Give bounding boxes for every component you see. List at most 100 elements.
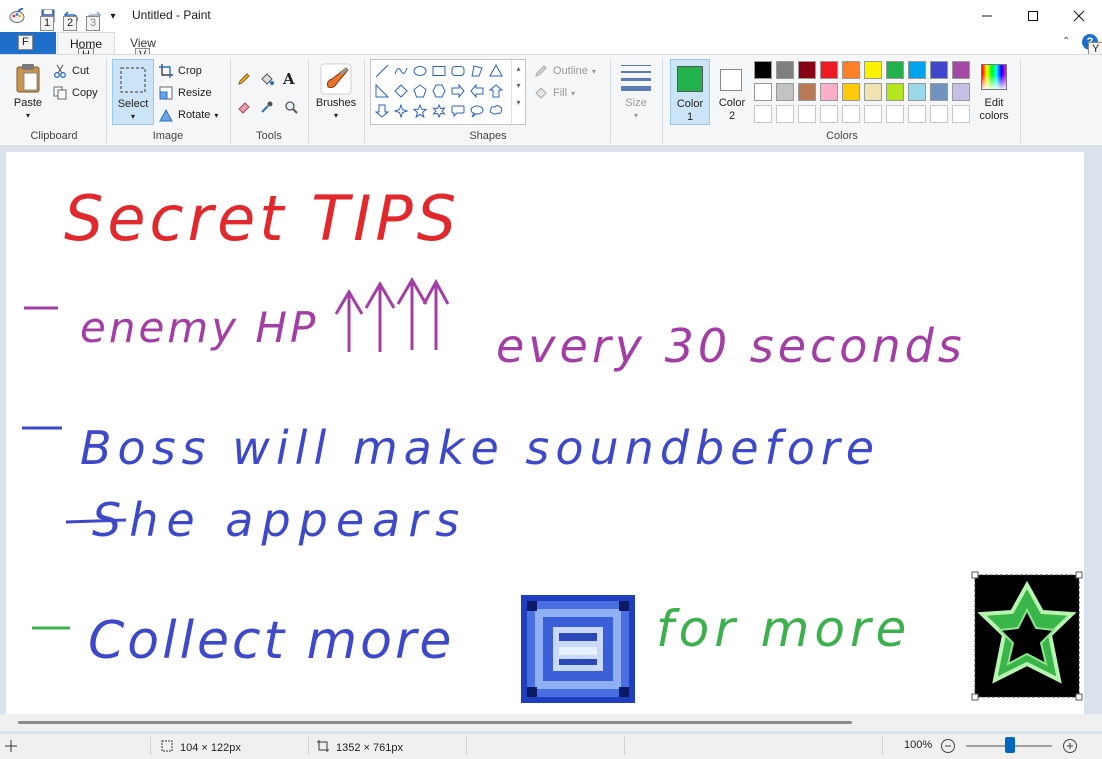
- fill-tool[interactable]: [259, 70, 275, 88]
- palette-color-swatch[interactable]: [754, 83, 772, 101]
- palette-empty-swatch[interactable]: [776, 105, 794, 123]
- select-button[interactable]: Select ▾: [112, 59, 154, 125]
- right-triangle-shape-icon[interactable]: [373, 82, 391, 100]
- palette-color-swatch[interactable]: [930, 61, 948, 79]
- close-button[interactable]: [1056, 0, 1102, 31]
- palette-color-swatch[interactable]: [820, 83, 838, 101]
- right-arrow-shape-icon[interactable]: [449, 82, 467, 100]
- rounded-callout-shape-icon[interactable]: [449, 102, 467, 120]
- zoom-out-button[interactable]: [940, 738, 956, 754]
- five-point-star-shape-icon[interactable]: [411, 102, 429, 120]
- size-button[interactable]: Size ▾: [616, 61, 656, 123]
- palette-color-swatch[interactable]: [930, 83, 948, 101]
- brushes-button[interactable]: Brushes ▾: [314, 61, 358, 123]
- paste-button[interactable]: Paste ▾: [10, 61, 46, 123]
- select-dropdown-icon[interactable]: ▾: [113, 112, 153, 121]
- horizontal-scrollbar[interactable]: [0, 714, 1102, 731]
- rounded-rectangle-shape-icon[interactable]: [449, 62, 467, 80]
- palette-color-swatch[interactable]: [886, 61, 904, 79]
- shapes-scroll-up-icon[interactable]: ▴: [512, 64, 525, 73]
- palette-color-swatch[interactable]: [908, 61, 926, 79]
- rotate-dropdown-icon[interactable]: ▾: [214, 111, 218, 120]
- pencil-tool[interactable]: [236, 70, 252, 88]
- outline-pencil-icon: [533, 63, 549, 79]
- pentagon-shape-icon[interactable]: [411, 82, 429, 100]
- rectangle-shape-icon[interactable]: [430, 62, 448, 80]
- palette-color-swatch[interactable]: [798, 83, 816, 101]
- palette-color-swatch[interactable]: [754, 61, 772, 79]
- drawing-canvas[interactable]: Secret TIPS enemy HP every 30 seconds Bo…: [6, 152, 1084, 714]
- cut-button[interactable]: Cut: [52, 62, 89, 80]
- color2-button[interactable]: Color 2: [712, 59, 752, 125]
- oval-callout-shape-icon[interactable]: [468, 102, 486, 120]
- text-tool[interactable]: A: [283, 70, 295, 88]
- left-arrow-shape-icon[interactable]: [468, 82, 486, 100]
- zoom-in-button[interactable]: [1062, 738, 1078, 754]
- palette-empty-swatch[interactable]: [908, 105, 926, 123]
- zoom-slider-thumb[interactable]: [1005, 737, 1015, 753]
- palette-color-swatch[interactable]: [864, 83, 882, 101]
- palette-color-swatch[interactable]: [842, 61, 860, 79]
- hexagon-shape-icon[interactable]: [430, 82, 448, 100]
- palette-empty-swatch[interactable]: [798, 105, 816, 123]
- shapes-scroll-down-icon[interactable]: ▾: [512, 81, 525, 90]
- palette-color-swatch[interactable]: [820, 61, 838, 79]
- oval-shape-icon[interactable]: [411, 62, 429, 80]
- palette-empty-swatch[interactable]: [754, 105, 772, 123]
- ribbon-separator: [610, 59, 611, 143]
- customize-quick-access-icon[interactable]: ▾: [107, 7, 119, 25]
- palette-color-swatch[interactable]: [776, 61, 794, 79]
- polygon-shape-icon[interactable]: [468, 62, 486, 80]
- maximize-button[interactable]: [1010, 0, 1056, 31]
- shapes-more-icon[interactable]: ▾: [512, 98, 525, 107]
- magnifier-tool[interactable]: [283, 98, 299, 116]
- copy-button[interactable]: Copy: [52, 84, 98, 102]
- curve-shape-icon[interactable]: [392, 62, 410, 80]
- paint-app-icon[interactable]: [8, 7, 26, 25]
- outline-button[interactable]: Outline ▾: [533, 62, 596, 80]
- size-dropdown-icon[interactable]: ▾: [616, 111, 656, 120]
- palette-color-swatch[interactable]: [908, 83, 926, 101]
- palette-color-swatch[interactable]: [798, 61, 816, 79]
- palette-color-swatch[interactable]: [952, 61, 970, 79]
- four-point-star-shape-icon[interactable]: [392, 102, 410, 120]
- brushes-dropdown-icon[interactable]: ▾: [314, 111, 358, 120]
- palette-empty-swatch[interactable]: [886, 105, 904, 123]
- edit-colors-button[interactable]: Edit colors: [976, 59, 1012, 125]
- up-arrow-shape-icon[interactable]: [487, 82, 505, 100]
- palette-empty-swatch[interactable]: [930, 105, 948, 123]
- palette-color-swatch[interactable]: [952, 83, 970, 101]
- resize-button[interactable]: Resize: [158, 84, 212, 102]
- crop-button[interactable]: Crop: [158, 62, 202, 80]
- zoom-level-text: 100%: [904, 739, 933, 751]
- palette-color-swatch[interactable]: [842, 83, 860, 101]
- palette-color-swatch[interactable]: [776, 83, 794, 101]
- color1-button[interactable]: Color 1: [670, 59, 710, 125]
- outline-dropdown-icon[interactable]: ▾: [592, 67, 596, 76]
- palette-empty-swatch[interactable]: [952, 105, 970, 123]
- rotate-button[interactable]: Rotate ▾: [158, 106, 218, 124]
- cloud-callout-shape-icon[interactable]: [487, 102, 505, 120]
- palette-empty-swatch[interactable]: [864, 105, 882, 123]
- palette-color-swatch[interactable]: [864, 61, 882, 79]
- shapes-scroll[interactable]: ▴ ▾ ▾: [511, 60, 525, 124]
- minimize-button[interactable]: [964, 0, 1010, 31]
- down-arrow-shape-icon[interactable]: [373, 102, 391, 120]
- line-shape-icon[interactable]: [373, 62, 391, 80]
- eraser-tool[interactable]: [236, 98, 252, 116]
- horizontal-scroll-thumb[interactable]: [18, 721, 852, 724]
- palette-color-swatch[interactable]: [886, 83, 904, 101]
- fill-button[interactable]: Fill ▾: [533, 84, 575, 102]
- fill-dropdown-icon[interactable]: ▾: [571, 89, 575, 98]
- shapes-gallery[interactable]: ▴ ▾ ▾: [370, 59, 526, 125]
- six-point-star-shape-icon[interactable]: [430, 102, 448, 120]
- tab-file[interactable]: F: [0, 32, 56, 54]
- minimize-ribbon-icon[interactable]: ⌃: [1062, 36, 1070, 47]
- palette-empty-swatch[interactable]: [820, 105, 838, 123]
- fill-label: Fill: [553, 87, 568, 99]
- diamond-shape-icon[interactable]: [392, 82, 410, 100]
- color-picker-tool[interactable]: [259, 98, 275, 116]
- triangle-shape-icon[interactable]: [487, 62, 505, 80]
- palette-empty-swatch[interactable]: [842, 105, 860, 123]
- paste-dropdown-icon[interactable]: ▾: [10, 111, 46, 120]
